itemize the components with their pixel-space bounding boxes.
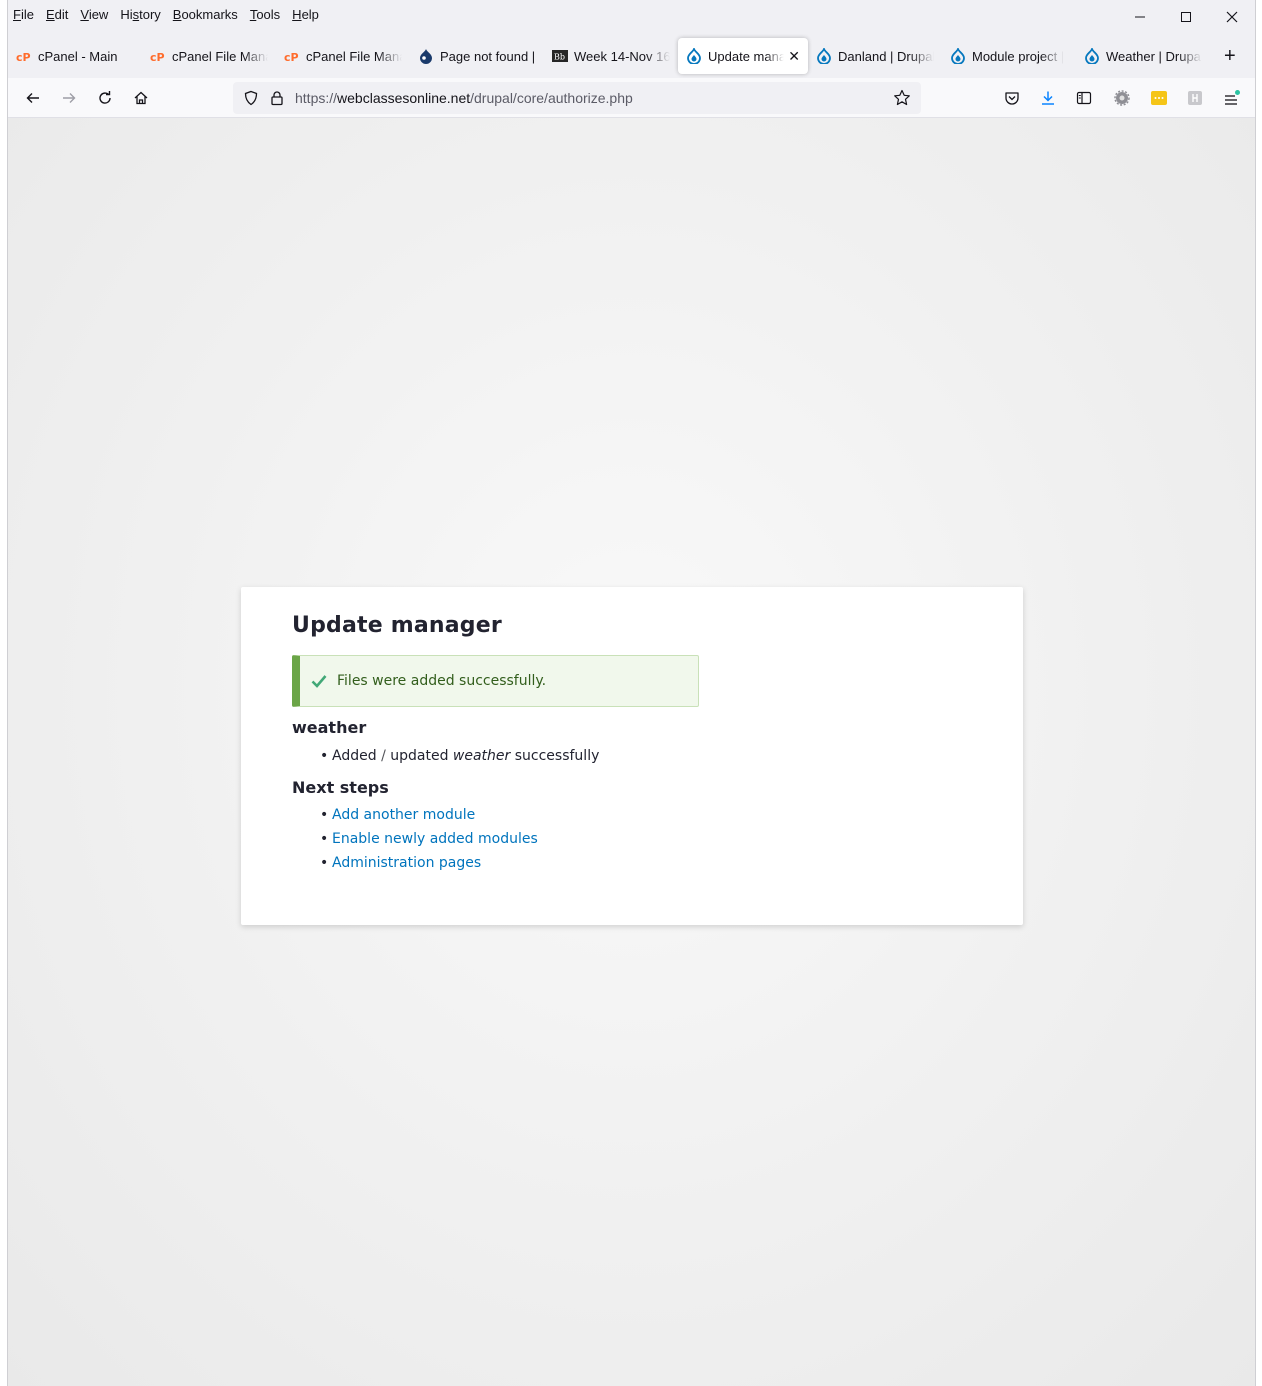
close-tab-icon[interactable]: ✕ — [788, 48, 800, 65]
status-message-text: Files were added successfully. — [337, 673, 547, 689]
page-title: Update manager — [292, 613, 502, 638]
browser-window: File Edit View History Bookmarks Tools H… — [7, 0, 1256, 1386]
reload-icon — [99, 91, 111, 104]
list-item: Administration pages — [292, 851, 972, 875]
drupal-icon — [950, 48, 966, 64]
menu-file[interactable]: File — [13, 7, 34, 22]
downloads-icon[interactable] — [1038, 88, 1058, 108]
drupal-icon — [816, 48, 832, 64]
url-text: https://webclassesonline.net/drupal/core… — [295, 90, 633, 106]
list-item: Added / updated weather successfully — [292, 744, 972, 768]
svg-text:Bb: Bb — [554, 53, 565, 62]
next-steps-heading: Next steps — [292, 778, 389, 797]
forward-arrow-icon — [63, 93, 76, 103]
maximize-button[interactable] — [1163, 0, 1209, 34]
home-icon — [134, 91, 148, 105]
bookmark-star-icon[interactable] — [892, 88, 912, 108]
minimize-icon — [1135, 16, 1145, 18]
tab-update-manager[interactable]: Update mana ✕ — [678, 38, 808, 74]
administration-pages-link[interactable]: Administration pages — [332, 855, 481, 871]
tab-cpanel-file-manager-2[interactable]: cP cPanel File Mana — [276, 38, 410, 74]
app-menu-icon[interactable] — [1222, 88, 1242, 108]
extension-gear-icon[interactable] — [1112, 88, 1132, 108]
tab-weather[interactable]: Weather | Drupal — [1076, 38, 1210, 74]
drupal-icon — [686, 48, 702, 64]
home-button[interactable] — [129, 86, 153, 110]
menu-history[interactable]: History — [120, 7, 160, 22]
drupal-icon — [1084, 48, 1100, 64]
tab-page-not-found[interactable]: Page not found | — [410, 38, 544, 74]
reader-view-icon[interactable] — [1074, 88, 1094, 108]
blackboard-icon: Bb — [552, 48, 568, 64]
tab-cpanel-main[interactable]: cP cPanel - Main — [8, 38, 142, 74]
maximize-icon — [1181, 12, 1191, 22]
menu-tools[interactable]: Tools — [250, 7, 280, 22]
add-another-module-link[interactable]: Add another module — [332, 807, 475, 823]
reload-button[interactable] — [93, 86, 117, 110]
enable-modules-link[interactable]: Enable newly added modules — [332, 831, 538, 847]
forward-button[interactable] — [57, 86, 81, 110]
list-item: Enable newly added modules — [292, 827, 972, 851]
tab-cpanel-file-manager-1[interactable]: cP cPanel File Mana — [142, 38, 276, 74]
tracking-protection-shield-icon[interactable] — [241, 88, 261, 108]
update-manager-card: Update manager Files were added successf… — [241, 587, 1023, 925]
status-message: Files were added successfully. — [292, 655, 699, 707]
extension-puzzle-icon[interactable] — [1185, 88, 1205, 108]
cpanel-icon: cP — [150, 48, 166, 64]
cpanel-icon: cP — [16, 48, 32, 64]
svg-text:cP: cP — [16, 51, 31, 62]
url-bar[interactable]: https://webclassesonline.net/drupal/core… — [233, 82, 921, 114]
menu-help[interactable]: Help — [292, 7, 319, 22]
result-list: Added / updated weather successfully — [292, 744, 972, 768]
next-steps-list: Add another module Enable newly added mo… — [292, 803, 972, 875]
page-content: Update manager Files were added successf… — [8, 118, 1255, 1386]
menu-edit[interactable]: Edit — [46, 7, 68, 22]
close-window-button[interactable] — [1209, 0, 1255, 34]
project-heading: weather — [292, 718, 367, 737]
svg-text:cP: cP — [284, 51, 299, 62]
check-icon — [310, 672, 328, 690]
svg-text:cP: cP — [150, 51, 165, 62]
tab-bar: cP cPanel - Main cP cPanel File Mana cP … — [8, 36, 1255, 76]
close-icon — [1226, 11, 1238, 23]
list-item: Add another module — [292, 803, 972, 827]
navigation-bar: https://webclassesonline.net/drupal/core… — [8, 78, 1255, 118]
new-tab-button[interactable]: + — [1224, 45, 1236, 68]
drupal-dark-icon — [418, 48, 434, 64]
tab-danland[interactable]: Danland | Drupal — [808, 38, 942, 74]
back-button[interactable] — [21, 86, 45, 110]
lock-icon[interactable] — [267, 88, 287, 108]
password-manager-icon[interactable] — [1149, 88, 1169, 108]
menu-view[interactable]: View — [80, 7, 108, 22]
window-controls — [1117, 0, 1255, 34]
menu-bar: File Edit View History Bookmarks Tools H… — [8, 0, 1255, 34]
minimize-button[interactable] — [1117, 0, 1163, 34]
tab-module-project[interactable]: Module project | — [942, 38, 1076, 74]
cpanel-icon: cP — [284, 48, 300, 64]
pocket-icon[interactable] — [1002, 88, 1022, 108]
menu-bookmarks[interactable]: Bookmarks — [173, 7, 238, 22]
back-arrow-icon — [26, 93, 39, 103]
tab-week-14[interactable]: Bb Week 14-Nov 16 — [544, 38, 678, 74]
